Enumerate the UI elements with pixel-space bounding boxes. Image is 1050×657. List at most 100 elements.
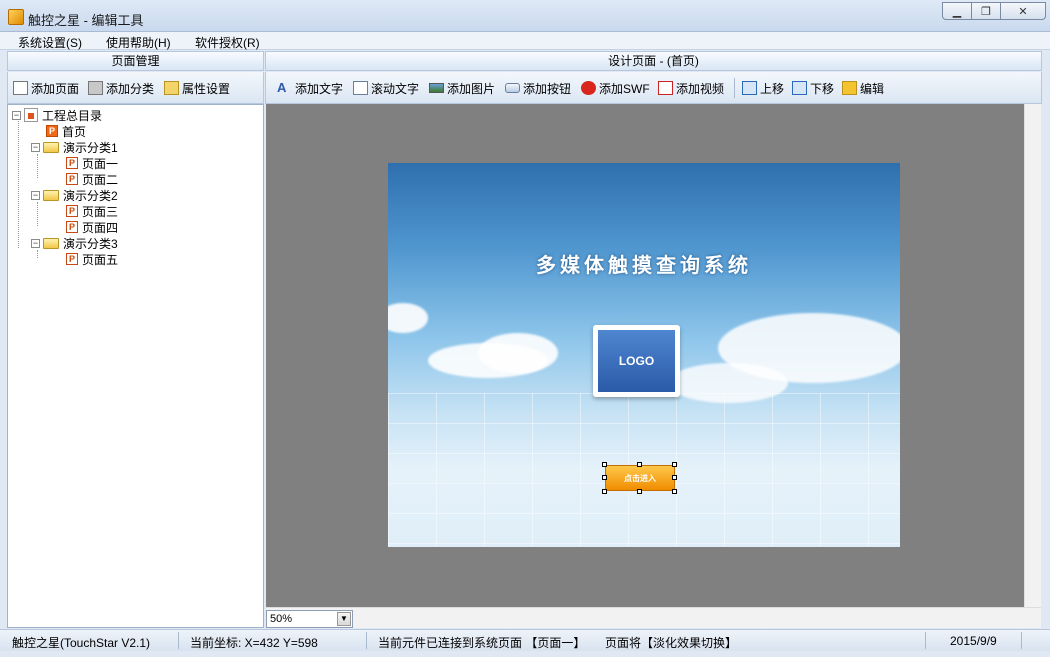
toolbar-separator — [734, 78, 735, 98]
tree-item-label: 首页 — [62, 124, 87, 139]
selection-handle[interactable] — [602, 489, 607, 494]
tree-guide-line — [37, 202, 38, 226]
app-icon — [8, 9, 24, 25]
title-bar: 触控之星 - 编辑工具 ▁ ❐ ✕ — [0, 0, 1050, 32]
scroll-text-button[interactable]: 滚动文字 — [353, 80, 419, 96]
tree-category-label: 演示分类3 — [63, 236, 118, 251]
tree-item-page-3[interactable]: P 页面三 — [66, 203, 118, 219]
tree-item-label: 页面三 — [82, 204, 119, 219]
tree-item-page-1[interactable]: P 页面一 — [66, 155, 118, 171]
add-swf-icon — [581, 81, 596, 95]
collapse-icon[interactable]: − — [31, 142, 40, 152]
status-separator — [178, 632, 179, 649]
add-text-icon: A — [277, 80, 287, 95]
selection-handle[interactable] — [672, 489, 677, 494]
logo-image[interactable]: LOGO — [593, 325, 680, 397]
status-separator — [366, 632, 367, 649]
tree-item-home[interactable]: P 首页 — [46, 123, 86, 139]
menu-system-settings[interactable]: 系统设置(S) — [18, 34, 82, 51]
window-controls: ▁ ❐ ✕ — [942, 2, 1046, 20]
canvas-title[interactable]: 多媒体触摸查询系统 — [388, 249, 900, 278]
menu-help[interactable]: 使用帮助(H) — [106, 34, 171, 51]
folder-icon — [43, 237, 59, 249]
menu-license[interactable]: 软件授权(R) — [195, 34, 260, 51]
add-category-button[interactable]: 添加分类 — [88, 80, 154, 96]
selection-handle[interactable] — [672, 462, 677, 467]
add-text-label: 添加文字 — [295, 81, 344, 96]
status-bar: 触控之星(TouchStar V2.1) 当前坐标: X=432 Y=598 当… — [0, 629, 1050, 651]
add-swf-label: 添加SWF — [599, 81, 650, 96]
add-page-button[interactable]: 添加页面 — [13, 80, 79, 96]
status-date: 2015/9/9 — [950, 634, 997, 648]
vertical-scrollbar[interactable] — [1024, 104, 1041, 607]
tree-category-1[interactable]: − 演示分类1 — [31, 139, 118, 155]
minimize-button[interactable]: ▁ — [942, 2, 972, 20]
tree-item-page-2[interactable]: P 页面二 — [66, 171, 118, 187]
tree-item-label: 页面二 — [82, 172, 119, 187]
horizontal-scrollbar[interactable]: 50% ▼ — [266, 607, 1041, 628]
zoom-select[interactable]: 50% ▼ — [266, 610, 353, 628]
collapse-icon[interactable]: − — [12, 110, 21, 120]
edit-label: 编辑 — [860, 81, 885, 96]
tree-guide-line — [37, 154, 38, 178]
move-up-label: 上移 — [760, 81, 785, 96]
add-text-button[interactable]: A 添加文字 — [277, 80, 343, 96]
status-app-name: 触控之星(TouchStar V2.1) — [12, 636, 151, 650]
design-toolbar: A 添加文字 滚动文字 添加图片 添加按钮 添加SWF 添加视频 上移 下移 编… — [265, 72, 1042, 104]
design-page-header: 设计页面 - (首页) — [265, 51, 1042, 71]
selection-handle[interactable] — [602, 462, 607, 467]
tree-root-label: 工程总目录 — [42, 108, 103, 123]
selection-handle[interactable] — [637, 489, 642, 494]
status-link: 当前元件已连接到系统页面 【页面一】 — [378, 636, 586, 650]
move-down-button[interactable]: 下移 — [792, 80, 834, 96]
scroll-text-label: 滚动文字 — [371, 81, 420, 96]
design-workspace[interactable]: 多媒体触摸查询系统 LOGO 点击进入 — [266, 104, 1024, 607]
edit-icon — [842, 81, 857, 95]
tree-item-page-4[interactable]: P 页面四 — [66, 219, 118, 235]
move-up-button[interactable]: 上移 — [742, 80, 784, 96]
add-swf-button[interactable]: 添加SWF — [581, 80, 650, 96]
tree-guide-line — [18, 118, 19, 248]
properties-label: 属性设置 — [182, 81, 231, 96]
window-title: 触控之星 - 编辑工具 — [28, 13, 144, 28]
maximize-button[interactable]: ❐ — [971, 2, 1001, 20]
selection-handle[interactable] — [602, 475, 607, 480]
project-icon — [24, 108, 38, 122]
collapse-icon[interactable]: − — [31, 190, 40, 200]
folder-icon — [43, 189, 59, 201]
tree-item-page-5[interactable]: P 页面五 — [66, 251, 118, 267]
folder-icon — [43, 141, 59, 153]
page-icon: P — [66, 205, 78, 217]
add-video-icon — [658, 81, 673, 95]
add-page-label: 添加页面 — [31, 81, 80, 96]
add-button-button[interactable]: 添加按钮 — [505, 80, 571, 96]
chevron-down-icon[interactable]: ▼ — [337, 612, 351, 626]
scroll-text-icon — [353, 81, 368, 95]
move-down-icon — [792, 81, 807, 95]
add-category-icon — [88, 81, 103, 95]
tree-category-3[interactable]: − 演示分类3 — [31, 235, 118, 251]
tree-category-2[interactable]: − 演示分类2 — [31, 187, 118, 203]
add-image-icon — [429, 83, 444, 93]
status-separator — [925, 632, 926, 649]
home-page-icon: P — [46, 125, 58, 137]
tree-item-label: 页面一 — [82, 156, 119, 171]
add-button-icon — [505, 83, 520, 93]
selection-handle[interactable] — [637, 462, 642, 467]
add-image-button[interactable]: 添加图片 — [429, 80, 495, 96]
enter-button[interactable]: 点击进入 — [605, 465, 675, 491]
status-effect: 页面将【淡化效果切换】 — [605, 636, 738, 650]
tree-root[interactable]: − 工程总目录 — [12, 107, 102, 123]
selection-handle[interactable] — [672, 475, 677, 480]
edit-button[interactable]: 编辑 — [842, 80, 884, 96]
page-tree: − 工程总目录 P 首页 − 演示分类1 P 页面一 P 页面二 − 演示分类2… — [7, 104, 264, 628]
properties-button[interactable]: 属性设置 — [164, 80, 230, 96]
tree-category-label: 演示分类2 — [63, 188, 118, 203]
page-icon: P — [66, 221, 78, 233]
close-button[interactable]: ✕ — [1000, 2, 1046, 20]
add-video-button[interactable]: 添加视频 — [658, 80, 724, 96]
collapse-icon[interactable]: − — [31, 238, 40, 248]
logo-text: LOGO — [598, 330, 675, 392]
page-canvas[interactable]: 多媒体触摸查询系统 LOGO 点击进入 — [388, 163, 900, 547]
add-page-icon — [13, 81, 28, 95]
